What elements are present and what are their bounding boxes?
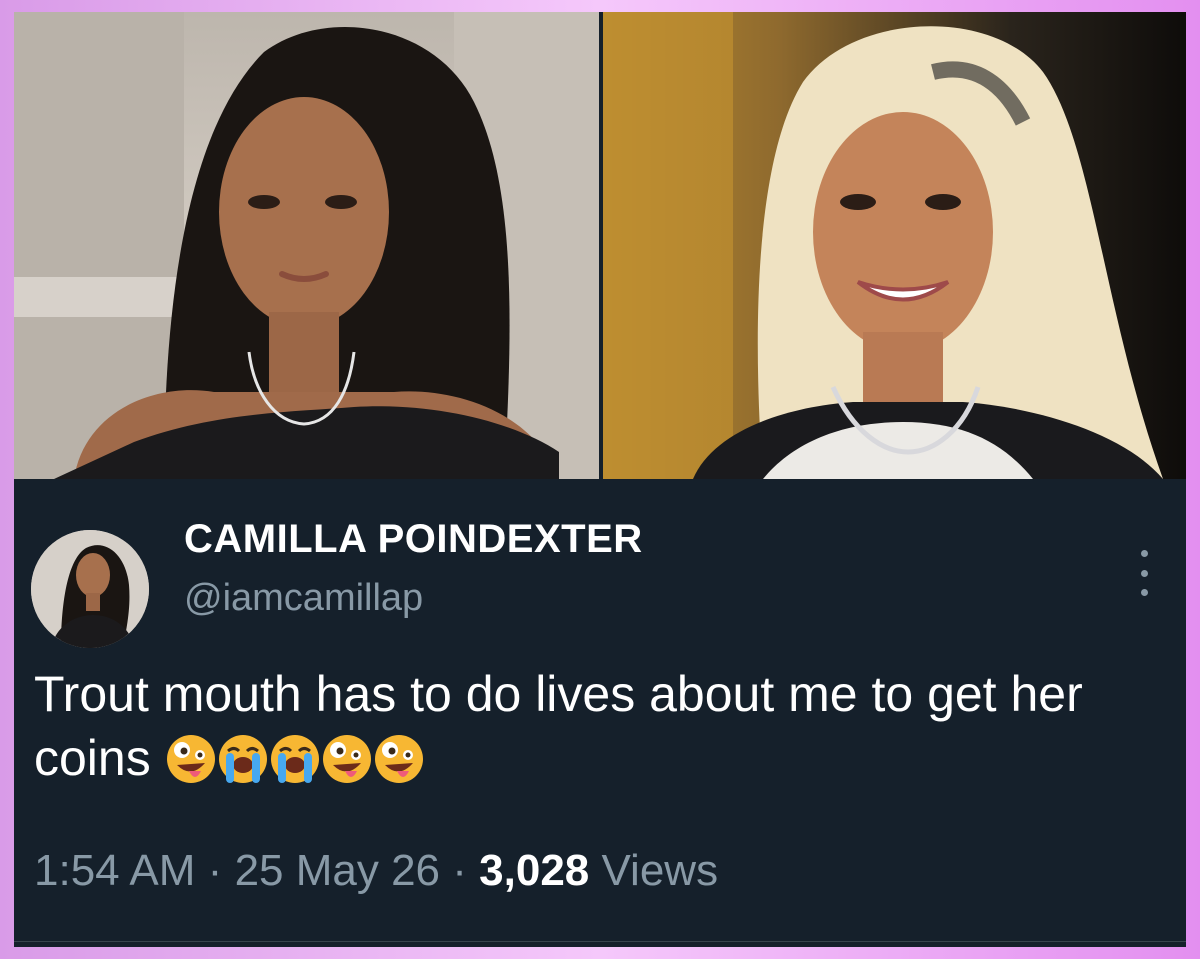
tweet-card: CAMILLA POINDEXTER @iamcamillap Trout mo… (14, 479, 1186, 947)
zany-face-emoji (373, 733, 425, 785)
tweet-time[interactable]: 1:54 AM (34, 846, 195, 895)
tweet-text: Trout mouth has to do lives about me to … (34, 662, 1164, 790)
photo-collage (14, 12, 1186, 479)
tweet-date[interactable]: 25 May 26 (235, 846, 440, 895)
dot (1140, 569, 1148, 577)
photo-right (603, 12, 1186, 479)
divider (14, 941, 1186, 942)
dot (1140, 550, 1148, 557)
avatar[interactable] (31, 530, 149, 648)
display-name[interactable]: CAMILLA POINDEXTER (184, 517, 643, 562)
photo-left (14, 12, 599, 479)
zany-face-emoji (321, 733, 373, 785)
user-handle[interactable]: @iamcamillap (184, 577, 423, 620)
separator: · (452, 846, 467, 895)
tweet-meta: 1:54 AM · 25 May 26 · 3,028 Views (34, 846, 718, 896)
views-count[interactable]: 3,028 (479, 846, 589, 895)
zany-face-emoji (165, 733, 217, 785)
more-vertical-icon[interactable] (1132, 550, 1156, 596)
loudly-crying-face-emoji (269, 733, 321, 785)
loudly-crying-face-emoji (217, 733, 269, 785)
separator: · (207, 846, 223, 895)
views-label[interactable]: Views (602, 846, 719, 895)
tweet-screenshot-frame: CAMILLA POINDEXTER @iamcamillap Trout mo… (14, 12, 1186, 947)
dot (1140, 589, 1148, 596)
